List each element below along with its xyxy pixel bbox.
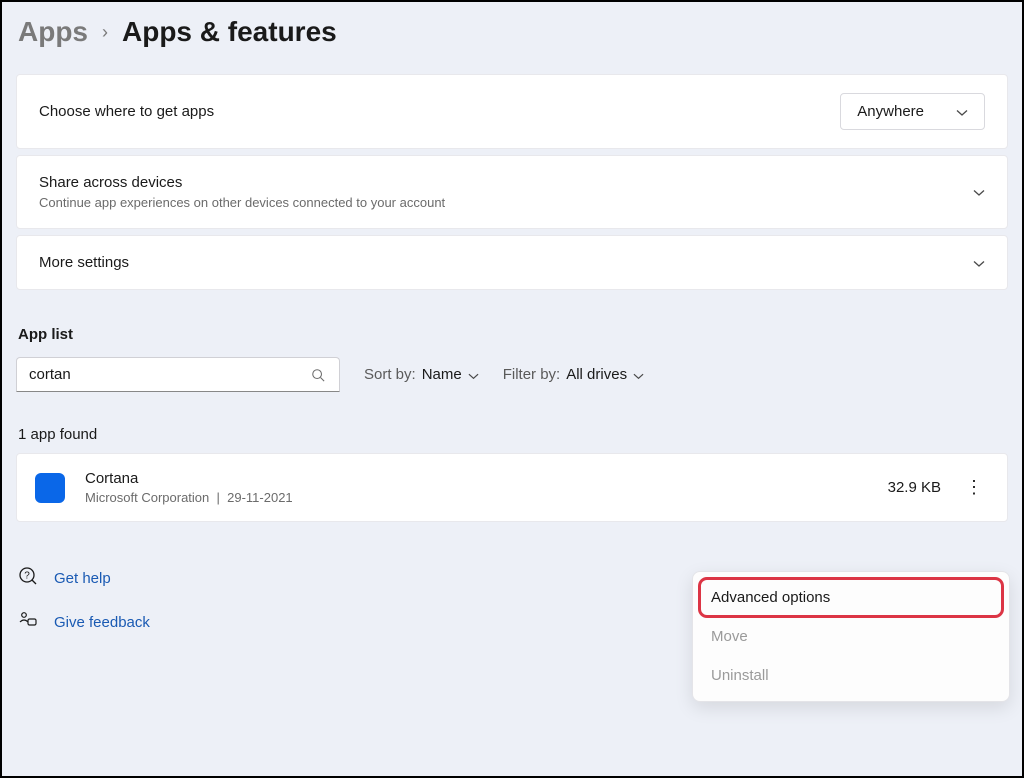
search-input[interactable] [29,366,311,383]
chevron-down-icon [973,257,985,269]
app-list-heading: App list [18,326,1008,343]
share-devices-card[interactable]: Share across devices Continue app experi… [16,155,1008,229]
chevron-down-icon [633,369,644,380]
filter-label: Filter by: [503,366,561,383]
filter-row: Sort by: Name Filter by: All drives [16,357,1008,392]
menu-item-uninstall: Uninstall [699,656,1003,695]
app-name: Cortana [85,470,888,487]
breadcrumb-parent[interactable]: Apps [18,16,88,48]
chevron-down-icon [973,186,985,198]
share-devices-title: Share across devices [39,174,445,191]
search-icon [311,368,325,382]
feedback-label: Give feedback [54,614,150,631]
menu-item-move: Move [699,617,1003,656]
app-sub: Microsoft Corporation | 29-11-2021 [85,490,888,505]
context-menu: Advanced options Move Uninstall [692,571,1010,702]
filter-by-button[interactable]: Filter by: All drives [503,366,644,383]
more-options-button[interactable]: ⋮ [963,473,985,503]
chevron-down-icon [956,106,968,118]
sort-value: Name [422,366,462,383]
sort-by-button[interactable]: Sort by: Name [364,366,479,383]
feedback-icon [18,610,38,634]
share-devices-subtitle: Continue app experiences on other device… [39,195,445,210]
choose-apps-label: Choose where to get apps [39,103,214,120]
help-icon: ? [18,566,38,590]
svg-text:?: ? [24,571,30,582]
app-publisher: Microsoft Corporation [85,490,209,505]
app-count: 1 app found [18,426,1008,443]
chevron-right-icon: › [102,22,108,43]
choose-apps-value: Anywhere [857,103,924,120]
more-settings-card[interactable]: More settings [16,235,1008,290]
choose-apps-card: Choose where to get apps Anywhere [16,74,1008,149]
sort-label: Sort by: [364,366,416,383]
page-title: Apps & features [122,16,337,48]
choose-apps-dropdown[interactable]: Anywhere [840,93,985,130]
menu-item-advanced-options[interactable]: Advanced options [699,578,1003,617]
chevron-down-icon [468,369,479,380]
get-help-label: Get help [54,570,111,587]
app-icon [35,473,65,503]
breadcrumb: Apps › Apps & features [16,16,1008,48]
search-box[interactable] [16,357,340,392]
more-settings-title: More settings [39,254,129,271]
filter-value: All drives [566,366,627,383]
more-vertical-icon: ⋮ [965,477,983,498]
app-date: 29-11-2021 [227,490,293,505]
app-row[interactable]: Cortana Microsoft Corporation | 29-11-20… [16,453,1008,522]
app-size: 32.9 KB [888,479,941,496]
